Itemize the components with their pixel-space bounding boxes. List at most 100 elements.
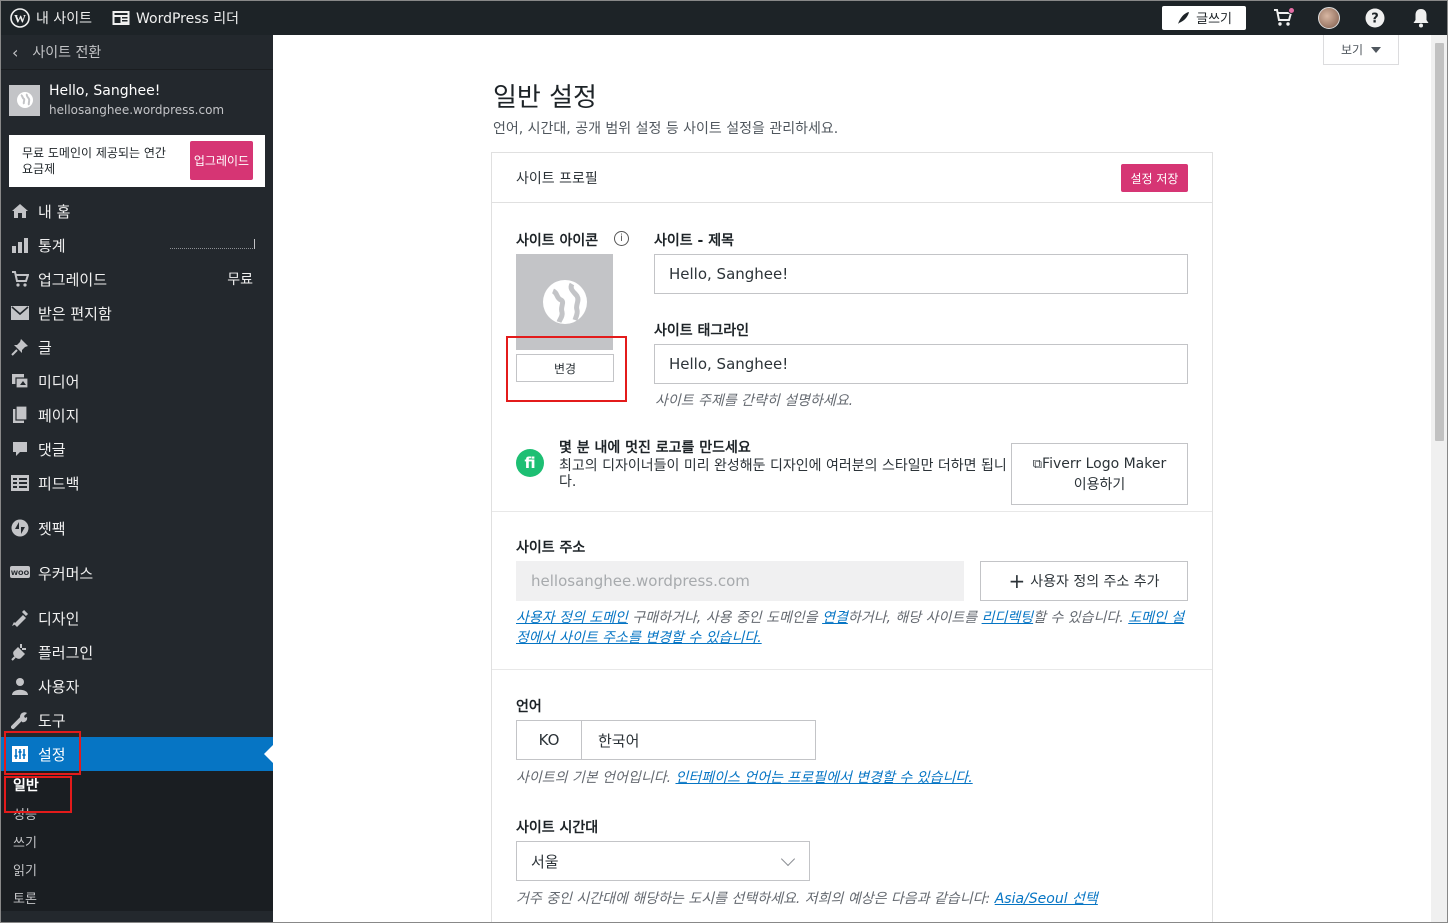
stats-sparkline (170, 239, 255, 249)
page-title: 일반 설정 (493, 83, 597, 113)
cart-notification-dot (1288, 7, 1295, 14)
timezone-value: 서울 (531, 852, 559, 871)
save-settings-button[interactable]: 설정 저장 (1121, 164, 1188, 192)
language-code: KO (517, 721, 582, 759)
site-address-label: 사이트 주소 (516, 540, 586, 556)
write-button[interactable]: 글쓰기 (1162, 5, 1246, 30)
sidebar-item-settings[interactable]: 설정 (0, 737, 273, 771)
globe-icon (9, 84, 40, 116)
profile-button[interactable] (1306, 0, 1352, 35)
info-icon[interactable]: i (614, 231, 629, 246)
sidebar-item-label: 페이지 (38, 406, 80, 425)
sidebar-item-label: 설정 (38, 745, 66, 764)
submenu-item-discussion[interactable]: 토론 (0, 883, 273, 911)
sidebar-item-label: 업그레이드 (38, 270, 108, 289)
reader-menu[interactable]: WordPress 리더 (102, 0, 249, 35)
cart-button[interactable] (1260, 0, 1306, 35)
reader-icon (112, 10, 130, 25)
sidebar-item-woocommerce[interactable]: WOO 우커머스 (0, 556, 273, 590)
caret-down-icon (1371, 46, 1382, 53)
scrollbar[interactable] (1431, 35, 1448, 923)
redirect-link[interactable]: 리디렉팅 (982, 610, 1034, 626)
sidebar-item-design[interactable]: 디자인 (0, 601, 273, 635)
svg-text:WOO: WOO (11, 569, 30, 577)
wrench-icon (10, 710, 30, 730)
sidebar-item-users[interactable]: 사용자 (0, 669, 273, 703)
my-site-menu[interactable]: W 내 사이트 (0, 0, 102, 35)
sidebar-item-stats[interactable]: 통계 (0, 228, 273, 262)
user-icon (10, 676, 30, 696)
sidebar-item-plugins[interactable]: 플러그인 (0, 635, 273, 669)
sidebar-item-label: 받은 편지함 (38, 304, 112, 323)
sidebar-item-tools[interactable]: 도구 (0, 703, 273, 737)
svg-text:?: ? (1371, 11, 1379, 26)
tagline-label: 사이트 태그라인 (654, 323, 750, 339)
sidebar-item-pages[interactable]: 페이지 (0, 398, 273, 432)
add-custom-address-button[interactable]: + 사용자 정의 주소 추가 (980, 561, 1188, 601)
view-label: 보기 (1340, 43, 1364, 57)
current-site-card[interactable]: Hello, Sanghee! hellosanghee.wordpress.c… (0, 70, 273, 130)
tagline-help: 사이트 주제를 간략히 설명하세요. (655, 393, 854, 409)
site-address-input: hellosanghee.wordpress.com (516, 561, 964, 601)
profile-language-link[interactable]: 인터페이스 언어는 프로필에서 변경할 수 있습니다. (675, 770, 972, 786)
sidebar-item-comments[interactable]: 댓글 (0, 432, 273, 466)
sidebar-item-label: 도구 (38, 711, 66, 730)
upgrade-button[interactable]: 업그레이드 (190, 141, 253, 180)
switch-site-label: 사이트 전환 (32, 45, 102, 61)
reader-label: WordPress 리더 (135, 10, 240, 27)
sidebar-item-label: 디자인 (38, 609, 80, 628)
sidebar-item-feedback[interactable]: 피드백 (0, 466, 273, 500)
submenu-item-performance[interactable]: 성능 (0, 799, 273, 827)
sidebar-item-posts[interactable]: 글 (0, 330, 273, 364)
sidebar-item-media[interactable]: 미디어 (0, 364, 273, 398)
globe-icon (542, 280, 587, 324)
external-link-icon: ⧉ (1032, 456, 1043, 472)
sidebar-item-label: 미디어 (38, 372, 80, 391)
plus-icon: + (1008, 569, 1026, 593)
submenu-item-writing[interactable]: 쓰기 (0, 827, 273, 855)
sidebar-item-home[interactable]: 내 홈 (0, 194, 273, 228)
page-subtitle: 언어, 시간대, 공개 범위 설정 등 사이트 설정을 관리하세요. (493, 121, 839, 137)
divider (492, 669, 1212, 670)
site-title-label: 사이트 - 제목 (654, 233, 734, 249)
plugin-icon (10, 642, 30, 662)
fiverr-button-line2: 이용하기 (1073, 476, 1126, 493)
comment-icon (10, 439, 30, 459)
site-title-input[interactable]: Hello, Sanghee! (654, 254, 1188, 294)
sidebar-item-jetpack[interactable]: 젯팩 (0, 511, 273, 545)
sidebar-item-label: 플러그인 (38, 643, 94, 662)
view-button[interactable]: 보기 (1323, 35, 1399, 65)
page-icon (10, 405, 30, 425)
help-button[interactable]: ? (1352, 0, 1398, 35)
language-selector[interactable]: KO 한국어 (516, 720, 816, 760)
main-content: 보기 일반 설정 언어, 시간대, 공개 범위 설정 등 사이트 설정을 관리하… (273, 35, 1431, 923)
timezone-select[interactable]: 서울 (516, 841, 810, 881)
address-help: 사용자 정의 도메인 구매하거나, 사용 중인 도메인을 연결하거나, 해당 사… (516, 610, 1185, 646)
design-icon (10, 608, 30, 628)
sidebar-item-inbox[interactable]: 받은 편지함 (0, 296, 273, 330)
language-help: 사이트의 기본 언어입니다. 인터페이스 언어는 프로필에서 변경할 수 있습니… (516, 770, 973, 786)
sidebar-item-label: 글 (38, 338, 52, 357)
cart-icon (10, 269, 30, 289)
sidebar-item-label: 댓글 (38, 440, 66, 459)
bell-icon (1413, 8, 1429, 27)
switch-site-button[interactable]: ‹ 사이트 전환 (0, 35, 273, 70)
submenu-item-general[interactable]: 일반 (0, 771, 273, 799)
custom-domain-link[interactable]: 사용자 정의 도메인 (516, 610, 628, 626)
sidebar-item-label: 통계 (38, 236, 66, 255)
pin-icon (10, 337, 30, 357)
scrollbar-thumb[interactable] (1435, 43, 1444, 441)
my-site-label: 내 사이트 (36, 10, 92, 27)
site-icon-preview[interactable] (516, 254, 613, 350)
connect-link[interactable]: 연결 (822, 610, 848, 626)
sidebar-item-label: 피드백 (38, 474, 80, 493)
fiverr-logo: fi (516, 449, 544, 477)
tagline-input[interactable]: Hello, Sanghee! (654, 344, 1188, 384)
divider (492, 511, 1212, 512)
sidebar-item-upgrades[interactable]: 업그레이드 무료 (0, 262, 273, 296)
change-icon-button[interactable]: 변경 (516, 354, 614, 382)
submenu-item-reading[interactable]: 읽기 (0, 855, 273, 883)
timezone-suggest-link[interactable]: Asia/Seoul 선택 (995, 891, 1098, 907)
fiverr-logo-maker-button[interactable]: ⧉Fiverr Logo Maker 이용하기 (1011, 443, 1188, 505)
notifications-button[interactable] (1398, 0, 1444, 35)
